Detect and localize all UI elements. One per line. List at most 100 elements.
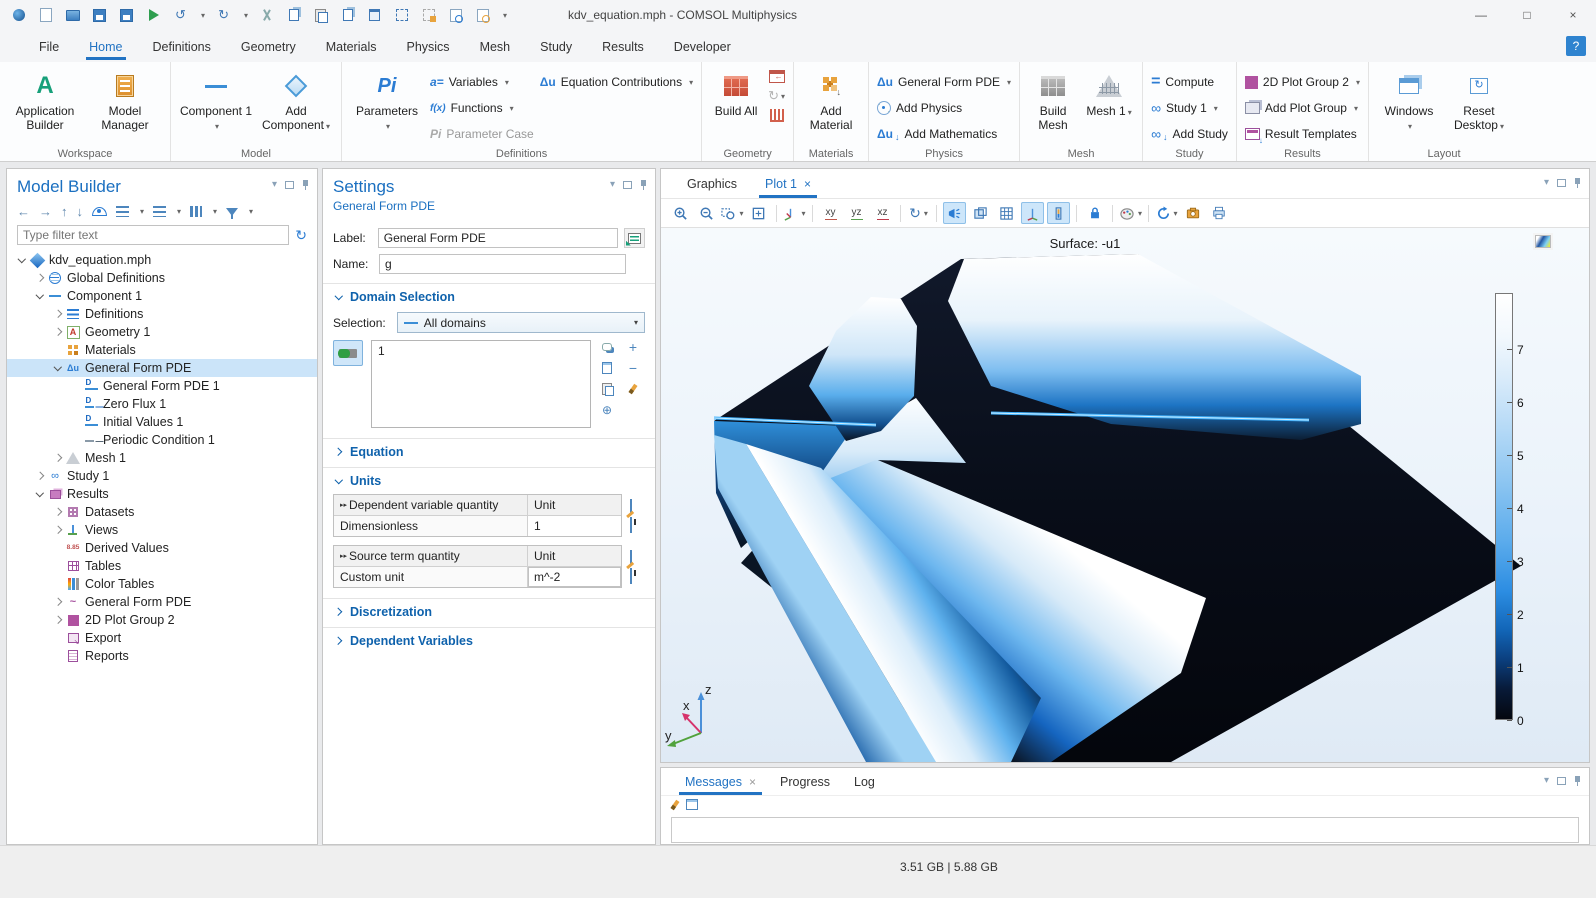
- update-plot-icon[interactable]: ▾: [1155, 202, 1178, 224]
- expand-all-icon[interactable]: [153, 206, 166, 217]
- view-yz-icon[interactable]: yz: [845, 202, 868, 224]
- tree-item-materials[interactable]: Materials: [7, 341, 317, 359]
- rotate-icon[interactable]: ↻▾: [907, 202, 930, 224]
- forward-icon[interactable]: →: [39, 204, 52, 219]
- tree-item-study-1[interactable]: ∞Study 1: [7, 467, 317, 485]
- panel-menu-caret-icon[interactable]: ▾: [610, 179, 615, 190]
- tree-item-initial-values-1[interactable]: Initial Values 1: [7, 413, 317, 431]
- panel-menu-caret-icon[interactable]: ▾: [1544, 177, 1549, 188]
- result-templates-button[interactable]: Result Templates: [1245, 122, 1360, 146]
- tree-item-results[interactable]: Results: [7, 485, 317, 503]
- run-icon[interactable]: [145, 7, 162, 24]
- pin-icon[interactable]: [302, 180, 309, 190]
- parameters-button[interactable]: Pi Parameters▾: [350, 67, 424, 141]
- add-physics-button[interactable]: Add Physics: [877, 96, 1011, 120]
- remove-from-selection-icon[interactable]: −: [625, 361, 641, 375]
- grid-icon[interactable]: [995, 202, 1018, 224]
- filter-input[interactable]: [17, 225, 289, 245]
- label-input[interactable]: [378, 228, 618, 248]
- float-panel-icon[interactable]: [285, 181, 294, 189]
- tree-item-root[interactable]: kdv_equation.mph: [7, 251, 317, 269]
- tree-item-global-definitions[interactable]: Global Definitions: [7, 269, 317, 287]
- panel-menu-caret-icon[interactable]: ▾: [272, 179, 277, 190]
- clear-selection-icon[interactable]: [625, 382, 641, 396]
- unit-cell[interactable]: m^-2: [528, 567, 621, 587]
- functions-button[interactable]: f(x)Functions▾: [430, 96, 534, 120]
- create-selection-icon[interactable]: [599, 340, 615, 354]
- tree-item-export[interactable]: Export: [7, 629, 317, 647]
- pin-icon[interactable]: [640, 180, 647, 190]
- plot-thumbnail-icon[interactable]: [1535, 235, 1551, 248]
- close-tab-icon[interactable]: ×: [804, 177, 811, 191]
- add-mathematics-button[interactable]: Δu↓Add Mathematics: [877, 122, 1011, 146]
- caret-icon[interactable]: ▾: [213, 207, 217, 216]
- scene-light-icon[interactable]: [943, 202, 966, 224]
- collapse-all-icon[interactable]: [116, 206, 129, 217]
- section-discretization[interactable]: Discretization: [323, 598, 655, 621]
- rebuild-icon[interactable]: ↻▾: [768, 88, 785, 104]
- zoom-box-icon[interactable]: ▾: [721, 202, 744, 224]
- minimize-button[interactable]: —: [1458, 0, 1504, 30]
- quantity-cell[interactable]: Dimensionless: [334, 516, 528, 536]
- application-builder-button[interactable]: A Application Builder: [8, 67, 82, 141]
- tab-plot-1[interactable]: Plot 1×: [751, 171, 825, 197]
- pin-icon[interactable]: [1574, 178, 1581, 188]
- tree-item-tables[interactable]: Tables: [7, 557, 317, 575]
- add-plot-group-button[interactable]: Add Plot Group▾: [1245, 96, 1360, 120]
- help-button[interactable]: ?: [1566, 36, 1586, 56]
- windows-button[interactable]: Windows▾: [1377, 67, 1441, 141]
- zoom-to-selection-icon[interactable]: ⊕: [599, 403, 615, 417]
- lock-icon[interactable]: [1083, 202, 1106, 224]
- tree-item-periodic-condition-1[interactable]: Periodic Condition 1: [7, 431, 317, 449]
- node-columns-icon[interactable]: [190, 206, 202, 217]
- paste-selection-icon[interactable]: [599, 382, 615, 396]
- refresh-icon[interactable]: ↻: [295, 227, 307, 244]
- tree-item-2d-plot-group-2[interactable]: 2D Plot Group 2: [7, 611, 317, 629]
- new-file-icon[interactable]: [37, 7, 54, 24]
- mesh-1-button[interactable]: Mesh 1▾: [1084, 67, 1134, 141]
- active-toggle-button[interactable]: [333, 340, 363, 366]
- tree-item-geometry-1[interactable]: AGeometry 1: [7, 323, 317, 341]
- section-equation[interactable]: Equation: [323, 438, 655, 461]
- tab-messages[interactable]: Messages×: [673, 770, 768, 794]
- float-panel-icon[interactable]: [1557, 777, 1566, 785]
- tree-item-results-general-form-pde[interactable]: ~General Form PDE: [7, 593, 317, 611]
- add-to-selection-icon[interactable]: +: [625, 340, 641, 354]
- view-xz-icon[interactable]: xz: [871, 202, 894, 224]
- plot-canvas[interactable]: z x y Surface: -u1 7 6 5 4 3 2 1 0: [661, 228, 1589, 762]
- plot-group-dropdown[interactable]: 2D Plot Group 2▾: [1245, 70, 1360, 94]
- selection-list[interactable]: 1: [371, 340, 591, 428]
- menu-tab-physics[interactable]: Physics: [391, 33, 464, 60]
- tab-log[interactable]: Log: [842, 770, 887, 794]
- selection-dropdown[interactable]: All domains ▾: [397, 312, 645, 333]
- compute-button[interactable]: =Compute: [1151, 70, 1228, 94]
- tree-item-datasets[interactable]: Datasets: [7, 503, 317, 521]
- add-material-button[interactable]: Add Material: [802, 67, 860, 141]
- default-view-icon[interactable]: ▾: [783, 202, 806, 224]
- build-mesh-button[interactable]: Build Mesh: [1028, 67, 1078, 141]
- edit-units-icon[interactable]: [630, 551, 632, 565]
- tree-item-definitions[interactable]: Definitions: [7, 305, 317, 323]
- physics-interface-dropdown[interactable]: ΔuGeneral Form PDE▾: [877, 70, 1011, 94]
- caret-icon[interactable]: ▾: [249, 207, 253, 216]
- section-domain-selection[interactable]: Domain Selection: [323, 283, 655, 306]
- section-dependent-variables[interactable]: Dependent Variables: [323, 627, 655, 650]
- tree-item-zero-flux-1[interactable]: Zero Flux 1: [7, 395, 317, 413]
- find-replace-icon[interactable]: [474, 7, 491, 24]
- zoom-extents-icon[interactable]: [747, 202, 770, 224]
- unit-entry-icon[interactable]: [630, 569, 632, 583]
- show-icon[interactable]: [92, 207, 107, 216]
- reset-desktop-button[interactable]: ↻ Reset Desktop▾: [1447, 67, 1511, 141]
- unit-entry-icon[interactable]: [630, 518, 632, 532]
- menu-tab-home[interactable]: Home: [74, 33, 137, 60]
- palette-icon[interactable]: ▾: [1119, 202, 1142, 224]
- component-1-button[interactable]: Component 1▾: [179, 67, 253, 141]
- paste-icon[interactable]: [312, 7, 329, 24]
- add-component-button[interactable]: Add Component▾: [259, 67, 333, 141]
- caret-icon[interactable]: ▾: [177, 207, 181, 216]
- save-icon[interactable]: [91, 7, 108, 24]
- menu-tab-materials[interactable]: Materials: [311, 33, 392, 60]
- tree-item-derived-values[interactable]: 8.85Derived Values: [7, 539, 317, 557]
- menu-tab-study[interactable]: Study: [525, 33, 587, 60]
- menu-tab-results[interactable]: Results: [587, 33, 659, 60]
